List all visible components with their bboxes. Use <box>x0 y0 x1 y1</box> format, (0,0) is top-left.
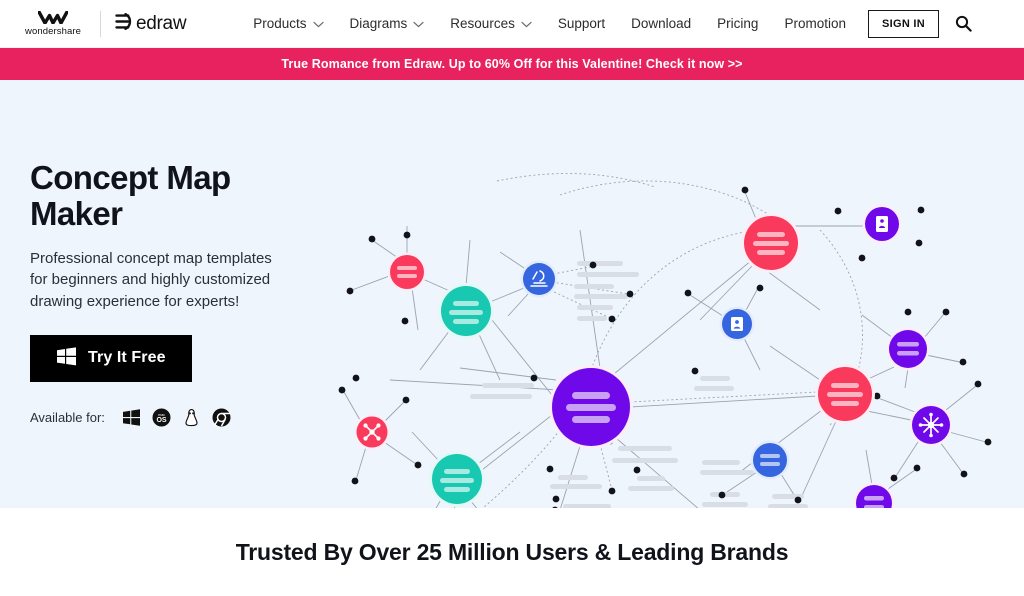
brand-divider <box>100 10 101 37</box>
try-it-free-label: Try It Free <box>88 349 166 367</box>
trusted-headline: Trusted By Over 25 Million Users & Leadi… <box>235 538 789 565</box>
nav-item-products[interactable]: Products <box>253 16 324 31</box>
nav-item-resources-label: Resources <box>450 16 515 31</box>
wondershare-logo[interactable]: wondershare <box>14 10 92 37</box>
hero-subtitle: Professional concept map templates for b… <box>30 249 272 311</box>
edraw-logo[interactable]: edraw <box>114 12 187 36</box>
concept-node-purple-star <box>909 403 953 447</box>
edraw-e-mark-icon <box>114 12 133 36</box>
svg-text:OS: OS <box>156 417 166 424</box>
brand-logos[interactable]: wondershare edraw <box>14 10 187 37</box>
promo-banner[interactable]: True Romance from Edraw. Up to 60% Off f… <box>0 48 1024 80</box>
page-title: Concept Map Maker <box>30 159 231 233</box>
available-for-row: Available for: mac OS <box>30 408 360 427</box>
search-icon[interactable] <box>955 15 972 32</box>
available-for-label: Available for: <box>30 409 105 425</box>
map-arc <box>590 229 758 371</box>
nav-item-support[interactable]: Support <box>558 16 605 31</box>
linux-icon[interactable] <box>182 408 201 427</box>
concept-node-purple-card <box>862 204 902 244</box>
windows-icon <box>56 346 77 370</box>
edraw-wordmark: edraw <box>136 12 187 34</box>
nav-right-actions: SIGN IN <box>867 9 972 38</box>
nav-item-diagrams-label: Diagrams <box>349 16 408 31</box>
nav-item-download-label: Download <box>631 16 692 31</box>
concept-node-teal-lower <box>429 451 485 507</box>
sign-in-button[interactable]: SIGN IN <box>867 9 940 38</box>
nav-item-support-label: Support <box>557 16 606 31</box>
top-navigation-bar: wondershare edraw Products Diagrams Reso… <box>0 0 1024 48</box>
concept-node-blue-badge <box>719 306 755 342</box>
nav-links: Products Diagrams Resources Support Down… <box>253 16 846 31</box>
hero-section: .ln { stroke:#9aa3b2; stroke-width:.9; f… <box>0 80 1024 508</box>
concept-node-purple-right <box>886 327 930 371</box>
hero-copy: Concept Map Maker Professional concept m… <box>30 159 360 427</box>
nav-item-pricing-label: Pricing <box>717 16 759 31</box>
try-it-free-button[interactable]: Try It Free <box>30 334 192 382</box>
nav-item-products-label: Products <box>253 16 307 31</box>
nav-item-download[interactable]: Download <box>631 16 691 31</box>
wondershare-w-mark-icon <box>38 10 68 24</box>
promo-banner-text: True Romance from Edraw. Up to 60% Off f… <box>281 57 743 71</box>
macos-icon[interactable]: mac OS <box>152 408 171 427</box>
wondershare-wordmark: wondershare <box>24 25 82 37</box>
concept-node-red-right <box>815 364 875 424</box>
concept-node-red-left <box>387 252 427 292</box>
concept-node-center <box>549 365 633 449</box>
map-arc <box>496 173 656 188</box>
concept-node-blue-low <box>750 440 790 480</box>
nav-item-promotion[interactable]: Promotion <box>784 16 846 31</box>
nav-item-promotion-label: Promotion <box>784 16 846 31</box>
chrome-icon[interactable] <box>212 408 231 427</box>
nav-item-pricing[interactable]: Pricing <box>717 16 758 31</box>
windows-icon[interactable] <box>122 408 141 427</box>
trusted-section: Trusted By Over 25 Million Users & Leadi… <box>0 508 1024 596</box>
concept-node-purple-bottom <box>853 482 895 508</box>
nav-item-diagrams[interactable]: Diagrams <box>350 16 425 31</box>
nav-item-resources[interactable]: Resources <box>450 16 532 31</box>
chevron-down-icon <box>413 16 424 31</box>
concept-node-red-top <box>741 213 801 273</box>
chevron-down-icon <box>521 16 532 31</box>
concept-node-teal-upper <box>438 283 494 339</box>
chevron-down-icon <box>312 16 324 31</box>
concept-node-blue-microscope <box>520 260 558 298</box>
